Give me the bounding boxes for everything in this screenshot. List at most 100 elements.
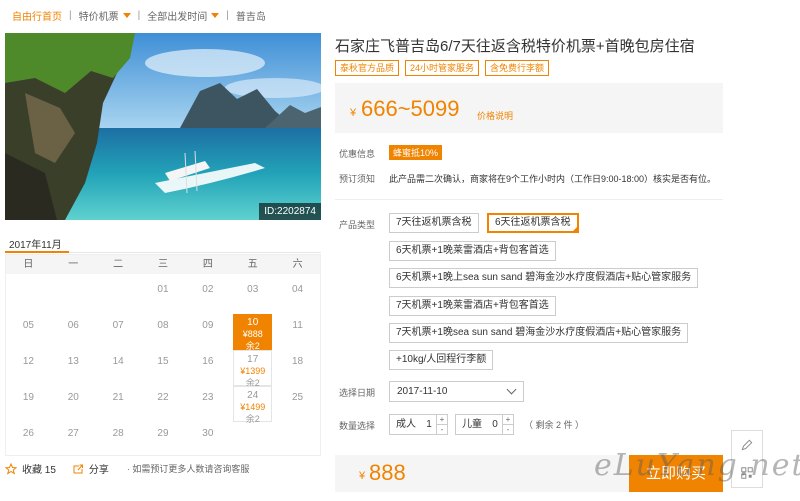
breadcrumb: 自由行首页 | 特价机票 | 全部出发时间 | 普吉岛 <box>12 8 266 23</box>
option-7day-lelay-hotel[interactable]: 7天机票+1晚莱雷酒店+背包客首选 <box>389 296 556 316</box>
star-icon <box>5 462 17 475</box>
calendar-day-number: 26 <box>22 428 34 439</box>
calendar-day-number: 23 <box>202 392 214 403</box>
remaining-count: （ 剩余 2 件 ） <box>524 420 585 430</box>
weekday-label: 三 <box>158 259 168 270</box>
calendar-day-available[interactable]: 17 ¥1399 余2 <box>233 350 273 388</box>
price-box: ¥ 666~5099 价格说明 <box>335 83 723 133</box>
calendar-day-number: 22 <box>157 392 169 403</box>
calendar-day-number: 27 <box>67 428 79 439</box>
adult-stepper[interactable]: 成人 1 + - <box>389 414 448 435</box>
discount-label: 优惠信息 <box>339 149 376 159</box>
calendar-month-label[interactable]: 2017年11月 <box>9 236 62 251</box>
option-label: 6天往返机票含税 <box>495 217 571 228</box>
calendar-day <box>96 278 141 314</box>
calendar-day-number: 20 <box>67 392 79 403</box>
calendar-day: 28 <box>96 422 141 458</box>
calendar-day: 30 <box>185 422 230 458</box>
option-6day-sea-sun-sand[interactable]: 6天机票+1晚上sea sun sand 碧海金沙水疗度假酒店+贴心管家服务 <box>389 268 699 288</box>
breadcrumb-cheap-flights[interactable]: 特价机票 <box>79 8 131 23</box>
calendar-day-number: 15 <box>157 356 169 367</box>
calendar-day-available[interactable]: 10 ¥888 余2 <box>233 314 273 351</box>
calendar-day-number: 14 <box>112 356 124 367</box>
chevron-down-icon <box>506 384 517 395</box>
child-value[interactable]: 0 <box>488 415 502 434</box>
adult-decrement-button[interactable]: - <box>437 425 447 434</box>
breadcrumb-home[interactable]: 自由行首页 <box>12 8 62 23</box>
calendar-day-number: 07 <box>112 320 124 331</box>
calendar-day: 23 <box>185 386 230 422</box>
calendar-day: 27 <box>51 422 96 458</box>
calendar-day-price: ¥1499 <box>240 402 266 412</box>
child-increment-button[interactable]: + <box>503 415 513 425</box>
product-tag: 24小时管家服务 <box>405 60 480 76</box>
breadcrumb-separator: | <box>226 10 229 21</box>
calendar-day <box>6 278 51 314</box>
photo-id-label: ID:2202874 <box>259 203 321 220</box>
booking-notice: 此产品需二次确认，商家将在9个工作小时内（工作日9:00-18:00）核实是否有… <box>389 174 717 184</box>
product-type-label: 产品类型 <box>339 220 376 230</box>
calendar-day-number: 16 <box>202 356 214 367</box>
calendar-day: 25 <box>275 386 320 422</box>
weekday-label: 二 <box>113 259 124 270</box>
product-actions: 收藏 15 分享 · 如需预订更多人数请咨询客服 <box>5 461 325 476</box>
calendar-day-number: 01 <box>157 284 169 295</box>
calendar-day-number: 18 <box>292 356 304 367</box>
price-range: 666~5099 <box>361 96 460 121</box>
breadcrumb-departure-time[interactable]: 全部出发时间 <box>147 8 220 23</box>
favorite-button[interactable]: 收藏 15 <box>5 461 56 476</box>
adult-increment-button[interactable]: + <box>437 415 447 425</box>
share-icon <box>73 464 83 473</box>
price-explain-link[interactable]: 价格说明 <box>477 109 513 122</box>
product-photo[interactable]: ID:2202874 <box>5 33 321 220</box>
calendar-day: 15 <box>141 350 186 386</box>
weekday-label: 五 <box>247 259 258 270</box>
caret-down-icon <box>211 13 220 18</box>
calendar-day: 11 <box>275 314 320 350</box>
calendar-day: 06 <box>51 314 96 350</box>
calendar-day-price: ¥888 <box>242 329 263 339</box>
adult-value[interactable]: 1 <box>422 415 436 434</box>
adult-label: 成人 <box>396 419 416 430</box>
option-7day-flight[interactable]: 7天往返机票含税 <box>389 213 479 233</box>
discount-badge: 蜂蜜抵10% <box>389 145 443 160</box>
watermark: eLuYang.net <box>594 448 800 483</box>
calendar-day: 22 <box>141 386 186 422</box>
calendar-day-number: 02 <box>202 284 214 295</box>
calendar-day-number: 03 <box>247 284 259 295</box>
calendar-day-number: 08 <box>157 320 169 331</box>
calendar-day-number: 29 <box>157 428 169 439</box>
calendar-day-number: 12 <box>22 356 34 367</box>
option-6day-flight[interactable]: 6天往返机票含税 <box>487 213 579 233</box>
calendar-tab-underline <box>5 251 321 253</box>
weekday-label: 一 <box>68 259 79 270</box>
calendar-day-number: 05 <box>22 320 34 331</box>
calendar-day-number: 21 <box>112 392 124 403</box>
calendar-day-available[interactable]: 24 ¥1499 余2 <box>233 386 273 424</box>
option-7day-sea-sun-sand[interactable]: 7天机票+1晚sea sun sand 碧海金沙水疗度假酒店+贴心管家服务 <box>389 323 689 343</box>
calendar-day: 14 <box>96 350 141 386</box>
calendar-day-number: 17 <box>247 354 259 365</box>
calendar-day-price: ¥1399 <box>240 366 266 376</box>
share-button[interactable]: 分享 <box>72 461 109 476</box>
breadcrumb-destination: 普吉岛 <box>235 12 266 23</box>
share-label: 分享 <box>88 465 109 476</box>
date-select[interactable]: 2017-11-10 <box>389 381 524 402</box>
contact-note: · 如需预订更多人数请咨询客服 <box>126 464 250 474</box>
calendar-day-number: 13 <box>67 356 79 367</box>
total-price: 888 <box>369 460 406 485</box>
child-decrement-button[interactable]: - <box>503 425 513 434</box>
calendar-day: 02 <box>185 278 230 314</box>
child-stepper[interactable]: 儿童 0 + - <box>455 414 514 435</box>
calendar-day <box>51 278 96 314</box>
calendar-day-number: 04 <box>292 284 304 295</box>
favorite-label: 收藏 15 <box>22 465 56 476</box>
option-6day-lelay-hotel[interactable]: 6天机票+1晚莱雷酒店+背包客首选 <box>389 241 556 261</box>
calendar-day: 05 <box>6 314 51 350</box>
calendar-day: 18 <box>275 350 320 386</box>
option-extra-luggage[interactable]: +10kg/人回程行李额 <box>389 350 494 370</box>
calendar-day-number: 24 <box>247 390 259 401</box>
product-title: 石家庄飞普吉岛6/7天往返含税特价机票+首晚包房住宿 <box>335 38 695 55</box>
breadcrumb-separator: | <box>137 10 141 21</box>
calendar-day-number: 09 <box>202 320 214 331</box>
